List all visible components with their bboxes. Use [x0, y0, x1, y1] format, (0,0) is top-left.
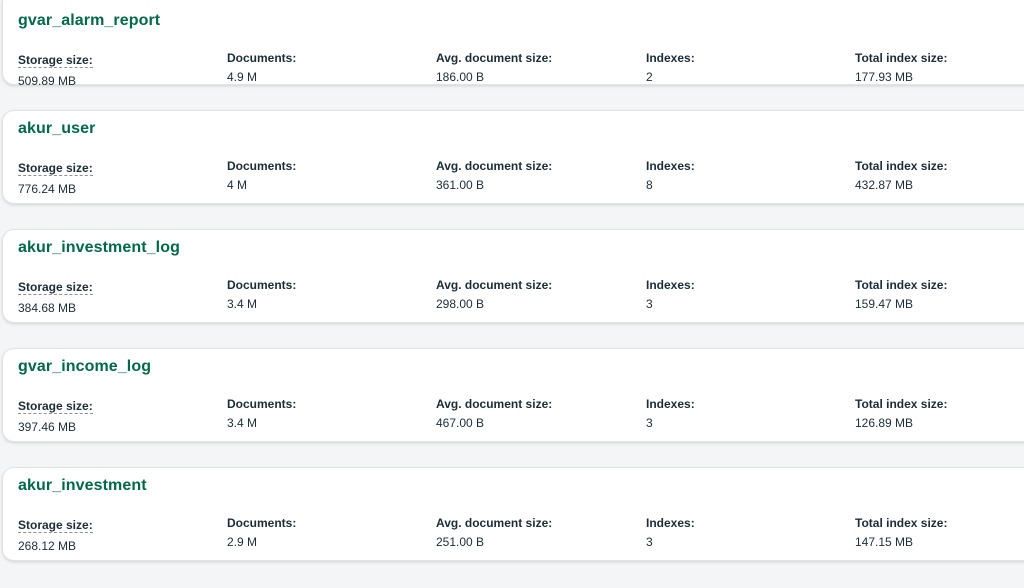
total-index-size-label: Total index size: — [855, 51, 948, 65]
total-index-size-value: 159.47 MB — [855, 297, 914, 311]
documents-value: 3.4 M — [227, 297, 258, 311]
total-index-size-stat: Total index size: 147.15 MB — [855, 516, 947, 549]
collection-card[interactable]: akur_investment Storage size: 268.12 MB … — [2, 467, 1024, 561]
storage-size-label[interactable]: Storage size: — [18, 400, 93, 414]
avg-document-size-stat: Avg. document size: 361.00 B — [436, 159, 552, 192]
documents-stat: Documents: 3.4 M — [227, 397, 296, 430]
collection-card[interactable]: gvar_income_log Storage size: 397.46 MB … — [2, 348, 1024, 442]
avg-document-size-value: 251.00 B — [436, 535, 485, 549]
total-index-size-label: Total index size: — [855, 278, 948, 292]
total-index-size-stat: Total index size: 177.93 MB — [855, 51, 947, 84]
collection-name-link[interactable]: gvar_alarm_report — [18, 12, 160, 30]
storage-size-stat: Storage size: 268.12 MB — [18, 516, 93, 553]
indexes-stat: Indexes: 8 — [646, 159, 695, 192]
documents-value: 4 M — [227, 178, 248, 192]
storage-size-value: 384.68 MB — [18, 301, 77, 315]
documents-stat: Documents: 4.9 M — [227, 51, 296, 84]
avg-document-size-stat: Avg. document size: 298.00 B — [436, 278, 552, 311]
documents-value: 2.9 M — [227, 535, 258, 549]
total-index-size-value: 177.93 MB — [855, 70, 914, 84]
indexes-stat: Indexes: 2 — [646, 51, 695, 84]
storage-size-stat: Storage size: 776.24 MB — [18, 159, 93, 196]
indexes-label: Indexes: — [646, 159, 695, 173]
collections-list: gvar_alarm_report Storage size: 509.89 M… — [0, 0, 1024, 588]
total-index-size-value: 126.89 MB — [855, 416, 914, 430]
avg-document-size-label: Avg. document size: — [436, 159, 553, 173]
avg-document-size-value: 186.00 B — [436, 70, 485, 84]
avg-document-size-stat: Avg. document size: 251.00 B — [436, 516, 552, 549]
avg-document-size-label: Avg. document size: — [436, 278, 553, 292]
avg-document-size-stat: Avg. document size: 467.00 B — [436, 397, 552, 430]
documents-label: Documents: — [227, 516, 297, 530]
avg-document-size-label: Avg. document size: — [436, 397, 553, 411]
indexes-stat: Indexes: 3 — [646, 397, 695, 430]
total-index-size-stat: Total index size: 159.47 MB — [855, 278, 947, 311]
indexes-value: 2 — [646, 70, 653, 84]
storage-size-stat: Storage size: 509.89 MB — [18, 51, 93, 88]
indexes-stat: Indexes: 3 — [646, 516, 695, 549]
storage-size-label[interactable]: Storage size: — [18, 162, 93, 176]
avg-document-size-value: 361.00 B — [436, 178, 485, 192]
total-index-size-label: Total index size: — [855, 397, 948, 411]
documents-label: Documents: — [227, 397, 297, 411]
avg-document-size-stat: Avg. document size: 186.00 B — [436, 51, 552, 84]
indexes-value: 3 — [646, 416, 653, 430]
indexes-label: Indexes: — [646, 278, 695, 292]
total-index-size-label: Total index size: — [855, 159, 948, 173]
total-index-size-value: 147.15 MB — [855, 535, 914, 549]
avg-document-size-label: Avg. document size: — [436, 51, 553, 65]
indexes-label: Indexes: — [646, 51, 695, 65]
collection-card[interactable]: gvar_alarm_report Storage size: 509.89 M… — [2, 0, 1024, 88]
storage-size-value: 776.24 MB — [18, 182, 77, 196]
storage-size-label[interactable]: Storage size: — [18, 54, 93, 68]
collection-name-link[interactable]: akur_user — [18, 120, 95, 138]
collection-card[interactable]: akur_investment_log Storage size: 384.68… — [2, 229, 1024, 323]
total-index-size-value: 432.87 MB — [855, 178, 914, 192]
storage-size-value: 268.12 MB — [18, 539, 77, 553]
storage-size-stat: Storage size: 397.46 MB — [18, 397, 93, 434]
storage-size-value: 509.89 MB — [18, 74, 77, 88]
storage-size-value: 397.46 MB — [18, 420, 77, 434]
documents-value: 3.4 M — [227, 416, 258, 430]
collection-name-link[interactable]: akur_investment_log — [18, 239, 180, 257]
collection-name-link[interactable]: gvar_income_log — [18, 358, 151, 376]
storage-size-label[interactable]: Storage size: — [18, 281, 93, 295]
total-index-size-stat: Total index size: 432.87 MB — [855, 159, 947, 192]
collection-card[interactable]: akur_user Storage size: 776.24 MB Docume… — [2, 110, 1024, 204]
documents-stat: Documents: 4 M — [227, 159, 296, 192]
documents-label: Documents: — [227, 278, 297, 292]
total-index-size-stat: Total index size: 126.89 MB — [855, 397, 947, 430]
indexes-label: Indexes: — [646, 397, 695, 411]
total-index-size-label: Total index size: — [855, 516, 948, 530]
indexes-label: Indexes: — [646, 516, 695, 530]
documents-label: Documents: — [227, 159, 297, 173]
indexes-value: 3 — [646, 535, 653, 549]
storage-size-stat: Storage size: 384.68 MB — [18, 278, 93, 315]
documents-stat: Documents: 2.9 M — [227, 516, 296, 549]
indexes-stat: Indexes: 3 — [646, 278, 695, 311]
avg-document-size-label: Avg. document size: — [436, 516, 553, 530]
storage-size-label[interactable]: Storage size: — [18, 519, 93, 533]
indexes-value: 8 — [646, 178, 653, 192]
documents-label: Documents: — [227, 51, 297, 65]
documents-stat: Documents: 3.4 M — [227, 278, 296, 311]
collection-name-link[interactable]: akur_investment — [18, 477, 147, 495]
indexes-value: 3 — [646, 297, 653, 311]
avg-document-size-value: 298.00 B — [436, 297, 485, 311]
avg-document-size-value: 467.00 B — [436, 416, 485, 430]
documents-value: 4.9 M — [227, 70, 258, 84]
